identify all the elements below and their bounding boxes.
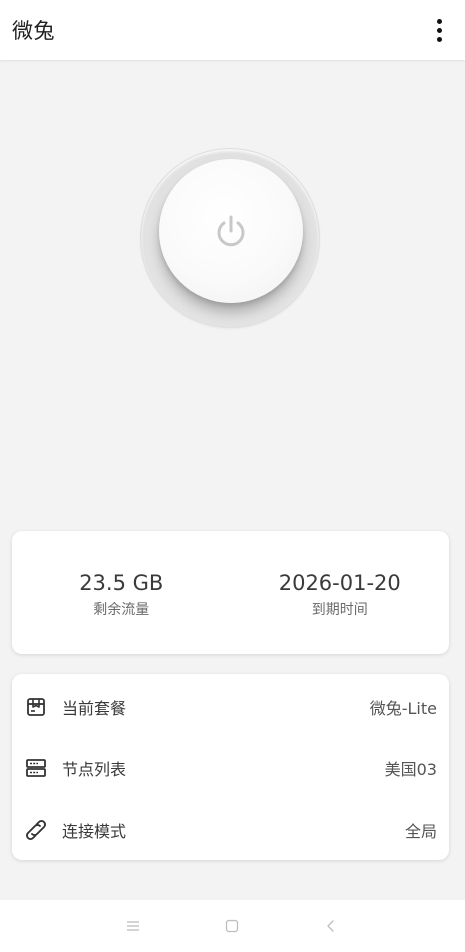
row-label: 连接模式 [62, 822, 127, 841]
system-nav-bar [0, 900, 465, 952]
expiry-value: 2026-01-20 [278, 570, 401, 595]
row-value: 微兔-Lite [369, 699, 437, 718]
more-dot [436, 36, 442, 42]
more-menu-icon[interactable] [427, 16, 451, 44]
info-card: 当前套餐 微兔-Lite 节点列表 美国03 连接模式 全局 [12, 674, 449, 860]
row-node-list[interactable]: 节点列表 美国03 [12, 745, 449, 791]
traffic-stat: 23.5 GB 剩余流量 [12, 531, 231, 654]
app-title: 微兔 [12, 19, 55, 43]
expiry-stat: 2026-01-20 到期时间 [231, 531, 450, 654]
menu-icon[interactable] [121, 914, 145, 938]
expiry-label: 到期时间 [311, 601, 368, 618]
server-icon [24, 756, 48, 780]
link-icon [24, 818, 48, 842]
power-button[interactable] [159, 159, 303, 303]
more-dot [436, 18, 442, 24]
power-button-ring [140, 148, 320, 328]
power-icon [217, 215, 245, 247]
back-icon[interactable] [319, 914, 343, 938]
row-value: 美国03 [384, 760, 437, 779]
traffic-value: 23.5 GB [79, 570, 164, 595]
row-connection-mode[interactable]: 连接模式 全局 [12, 807, 449, 853]
row-label: 当前套餐 [62, 699, 127, 718]
package-icon [24, 695, 48, 719]
app-bar: 微兔 [0, 0, 465, 60]
row-label: 节点列表 [62, 760, 127, 779]
traffic-label: 剩余流量 [93, 601, 150, 618]
home-icon[interactable] [220, 914, 244, 938]
more-dot [436, 27, 442, 33]
row-value: 全局 [404, 822, 437, 841]
stats-card: 23.5 GB 剩余流量 2026-01-20 到期时间 [12, 531, 449, 654]
row-current-plan[interactable]: 当前套餐 微兔-Lite [12, 684, 449, 730]
